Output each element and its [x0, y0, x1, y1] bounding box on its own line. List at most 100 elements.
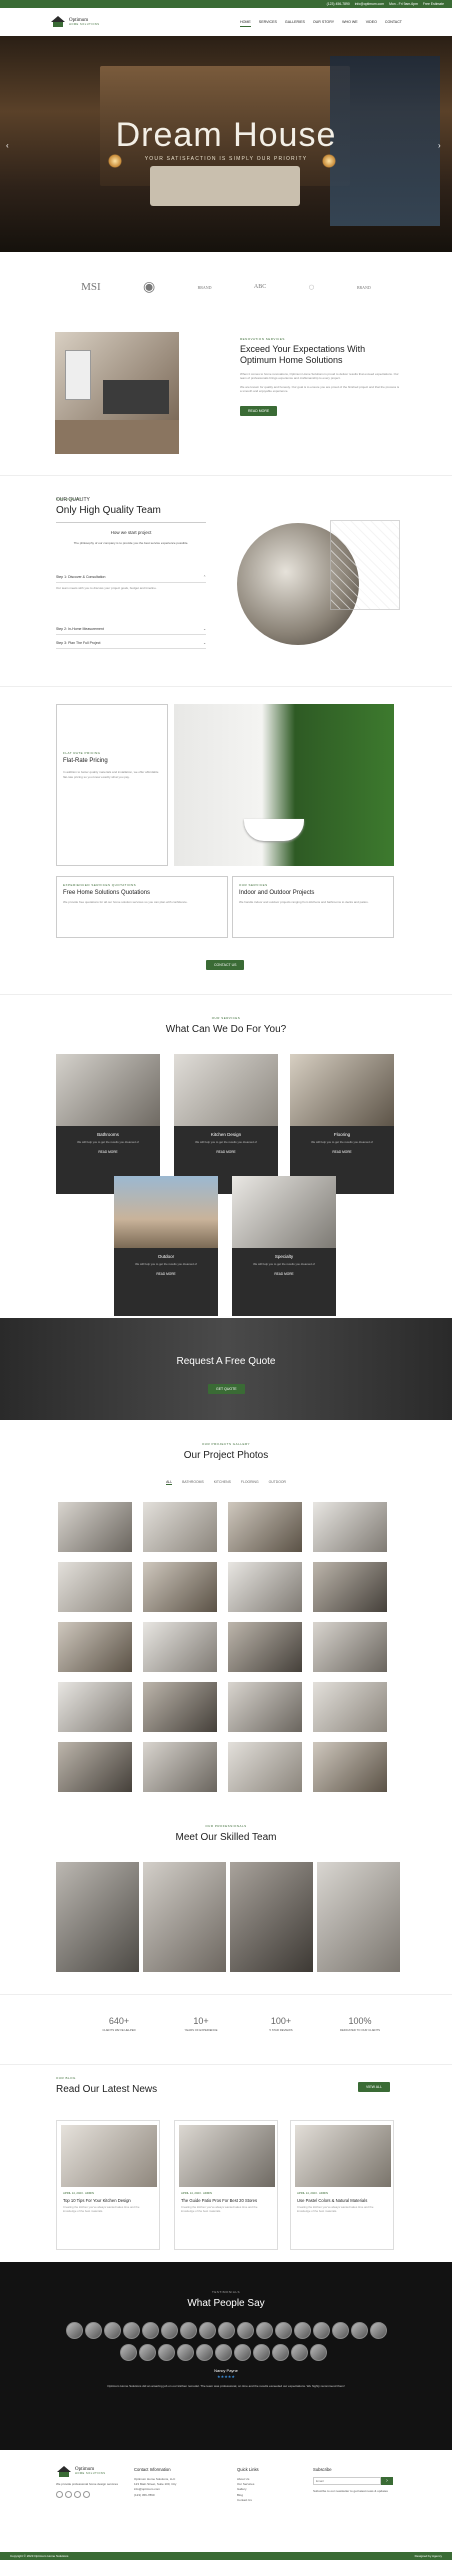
- reviewer-avatar[interactable]: [291, 2344, 308, 2361]
- gallery-photo[interactable]: [226, 1680, 304, 1734]
- gallery-photo[interactable]: [56, 1620, 134, 1674]
- gallery-photo[interactable]: [311, 1560, 389, 1614]
- nav-item-video[interactable]: VIDEO: [366, 18, 377, 27]
- nav-item-contact[interactable]: CONTACT: [385, 18, 402, 27]
- estimate-link[interactable]: Free Estimate: [423, 2, 444, 6]
- credit-text[interactable]: Designed by Agency: [415, 2554, 442, 2558]
- reviewer-avatar[interactable]: [275, 2322, 292, 2339]
- reviewer-avatar[interactable]: [253, 2344, 270, 2361]
- twitter-icon[interactable]: [65, 2491, 72, 2499]
- view-all-button[interactable]: VIEW ALL: [358, 2082, 390, 2092]
- gallery-photo[interactable]: [311, 1680, 389, 1734]
- reviewer-avatar[interactable]: [196, 2344, 213, 2361]
- footer-about-text: We provide professional home design serv…: [56, 2482, 118, 2486]
- gallery-photo[interactable]: [311, 1620, 389, 1674]
- reviewer-avatar[interactable]: [161, 2322, 178, 2339]
- gallery-photo[interactable]: [141, 1560, 219, 1614]
- nav-item-home[interactable]: HOME: [240, 18, 251, 27]
- gallery-photo[interactable]: [56, 1500, 134, 1554]
- filter-outdoor[interactable]: OUTDOOR: [269, 1480, 286, 1485]
- reviewer-avatar[interactable]: [351, 2322, 368, 2339]
- reviewer-avatar[interactable]: [177, 2344, 194, 2361]
- send-arrow-icon[interactable]: ›: [381, 2476, 393, 2485]
- service-read-more[interactable]: READ MORE: [232, 1272, 336, 1276]
- brand-logo: BRAND: [356, 284, 371, 290]
- footer-logo[interactable]: Optimum HOME SOLUTIONS: [56, 2466, 126, 2478]
- gallery-photo[interactable]: [56, 1680, 134, 1734]
- service-desc: We will help you to get the results you …: [311, 1140, 373, 1144]
- reviewer-avatar[interactable]: [310, 2344, 327, 2361]
- reviewer-avatar[interactable]: [234, 2344, 251, 2361]
- reviewer-avatar[interactable]: [120, 2344, 137, 2361]
- reviewer-avatar[interactable]: [313, 2322, 330, 2339]
- service-card-bathrooms[interactable]: Bathrooms We will help you to get the re…: [56, 1054, 160, 1194]
- reviewer-avatar[interactable]: [215, 2344, 232, 2361]
- service-card-flooring[interactable]: Flooring We will help you to get the res…: [290, 1054, 394, 1194]
- service-card-kitchen[interactable]: Kitchen Design We will help you to get t…: [174, 1054, 278, 1194]
- read-more-button[interactable]: READ MORE: [240, 405, 278, 416]
- youtube-icon[interactable]: [83, 2491, 90, 2499]
- reviewer-avatar[interactable]: [218, 2322, 235, 2339]
- news-card[interactable]: APRIL 14, 2023 · ADMIN Top 10 Tips For Y…: [56, 2120, 160, 2250]
- filter-bathrooms[interactable]: BATHROOMS: [182, 1480, 204, 1485]
- gallery-photo[interactable]: [226, 1620, 304, 1674]
- reviewer-avatar[interactable]: [332, 2322, 349, 2339]
- reviewer-avatar[interactable]: [123, 2322, 140, 2339]
- reviewer-avatar[interactable]: [180, 2322, 197, 2339]
- reviewer-avatar[interactable]: [256, 2322, 273, 2339]
- gallery-photo[interactable]: [311, 1740, 389, 1794]
- phone-text[interactable]: (123) 456-7890: [327, 2, 350, 6]
- instagram-icon[interactable]: [74, 2491, 81, 2499]
- nav-item-who[interactable]: WHO WE: [342, 18, 358, 27]
- reviewer-avatar[interactable]: [66, 2322, 83, 2339]
- gallery-photo[interactable]: [56, 1560, 134, 1614]
- nav-item-story[interactable]: OUR STORY: [313, 18, 334, 27]
- reviewer-avatar[interactable]: [142, 2322, 159, 2339]
- gallery-photo[interactable]: [141, 1620, 219, 1674]
- reviewer-avatar[interactable]: [158, 2344, 175, 2361]
- service-card-specialty[interactable]: Specialty We will help you to get the re…: [232, 1176, 336, 1316]
- footer-link[interactable]: Contact Us: [237, 2498, 297, 2503]
- reviewer-avatar[interactable]: [104, 2322, 121, 2339]
- footer-contact-line[interactable]: (123) 456-7890: [134, 2493, 224, 2498]
- nav-item-galleries[interactable]: GALLERIES: [285, 18, 305, 27]
- reviewer-avatar[interactable]: [139, 2344, 156, 2361]
- reviewer-avatar[interactable]: [272, 2344, 289, 2361]
- prev-arrow-icon[interactable]: ‹: [6, 141, 14, 151]
- service-read-more[interactable]: READ MORE: [290, 1150, 394, 1154]
- reviewer-avatar[interactable]: [370, 2322, 387, 2339]
- service-read-more[interactable]: READ MORE: [174, 1150, 278, 1154]
- gallery-photo[interactable]: [226, 1740, 304, 1794]
- gallery-photo[interactable]: [141, 1740, 219, 1794]
- news-card[interactable]: APRIL 14, 2023 · ADMIN Use Pastel Colors…: [290, 2120, 394, 2250]
- site-logo[interactable]: Optimum HOME SOLUTIONS: [50, 16, 100, 28]
- service-read-more[interactable]: READ MORE: [56, 1150, 160, 1154]
- filter-flooring[interactable]: FLOORING: [241, 1480, 259, 1485]
- accordion-step-1[interactable]: Step 1: Discover & Consultation ⌃: [56, 572, 206, 583]
- gallery-photo[interactable]: [226, 1500, 304, 1554]
- gallery-photo[interactable]: [56, 1740, 134, 1794]
- reviewer-avatar[interactable]: [199, 2322, 216, 2339]
- nav-item-services[interactable]: SERVICES: [259, 18, 277, 27]
- service-card-outdoor[interactable]: Outdoor We will help you to get the resu…: [114, 1176, 218, 1316]
- contact-us-button[interactable]: CONTACT US: [206, 960, 245, 970]
- gallery-photo[interactable]: [141, 1500, 219, 1554]
- next-arrow-icon[interactable]: ›: [438, 141, 446, 151]
- accordion-step-2[interactable]: Step 2: In-Home Measurement ⌄: [56, 624, 206, 635]
- reviewer-avatar[interactable]: [85, 2322, 102, 2339]
- filter-kitchens[interactable]: KITCHENS: [214, 1480, 231, 1485]
- gallery-photo[interactable]: [141, 1680, 219, 1734]
- get-quote-button[interactable]: GET QUOTE: [208, 1384, 245, 1394]
- accordion-step-3[interactable]: Step 3: Plan The Full Project ⌄: [56, 638, 206, 649]
- gallery-photo[interactable]: [311, 1500, 389, 1554]
- email-text[interactable]: info@optimum.com: [355, 2, 384, 6]
- subscribe-email-input[interactable]: [313, 2476, 381, 2485]
- filter-all[interactable]: ALL: [166, 1480, 173, 1485]
- news-card[interactable]: APRIL 14, 2023 · ADMIN The Guide Patio P…: [174, 2120, 278, 2250]
- facebook-icon[interactable]: [56, 2491, 63, 2499]
- reviewer-avatar[interactable]: [294, 2322, 311, 2339]
- service-read-more[interactable]: READ MORE: [114, 1272, 218, 1276]
- reviewer-avatar[interactable]: [237, 2322, 254, 2339]
- testimonials-section: TESTIMONIALS What People Say Nancy Payne…: [0, 2262, 452, 2450]
- gallery-photo[interactable]: [226, 1560, 304, 1614]
